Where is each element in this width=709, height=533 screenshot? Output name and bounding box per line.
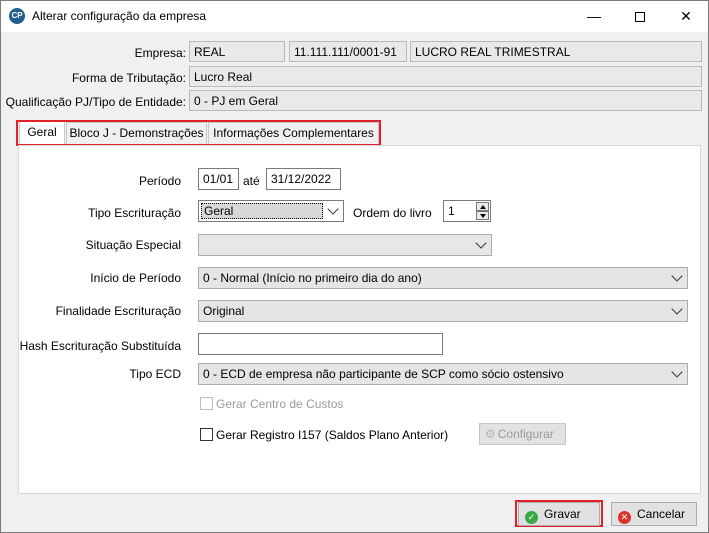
inicio-periodo-select[interactable]: 0 - Normal (Início no primeiro dia do an… [198,267,688,289]
ate-label: até [243,174,260,188]
gerar-centro-custos-label: Gerar Centro de Custos [216,397,344,411]
empresa-cnpj-field: 11.111.111/0001-91 [289,41,407,62]
title-bar[interactable]: CP Alterar configuração da empresa — ✕ [1,1,708,32]
tipo-ecd-label: Tipo ECD [129,367,181,381]
chevron-down-icon [671,303,683,315]
check-icon: ✓ [525,511,538,524]
tipo-escrituracao-select[interactable]: Geral [198,200,344,222]
tabs-highlight-outline [16,120,381,146]
finalidade-value: Original [203,304,245,318]
ordem-livro-label: Ordem do livro [353,206,432,220]
hash-input[interactable] [198,333,443,355]
close-button[interactable]: ✕ [663,1,709,32]
configurar-button[interactable]: ⚙ Configurar [479,423,566,445]
app-logo-icon: CP [9,8,25,24]
finalidade-label: Finalidade Escrituração [55,304,181,318]
inicio-periodo-value: 0 - Normal (Início no primeiro dia do an… [203,271,422,285]
chevron-down-icon [475,237,487,249]
situacao-especial-label: Situação Especial [85,238,181,252]
forma-tributacao-label: Forma de Tributação: [71,71,186,85]
empresa-label: Empresa: [134,46,186,60]
periodo-label: Período [138,174,181,188]
increment-arrow-icon[interactable] [476,202,489,211]
periodo-fim-input[interactable]: 31/12/2022 [266,168,341,190]
gerar-i157-checkbox[interactable] [200,428,213,441]
tipo-escrituracao-value: Geral [201,203,323,219]
qualificacao-field: 0 - PJ em Geral [189,90,702,111]
tipo-ecd-select[interactable]: 0 - ECD de empresa não participante de S… [198,363,688,385]
gerar-i157-label: Gerar Registro I157 (Saldos Plano Anteri… [216,428,449,442]
hash-label: Hash Escrituração Substituída [19,339,181,353]
gravar-button[interactable]: ✓ Gravar [518,502,600,526]
cancel-icon: ✕ [618,511,631,524]
maximize-button[interactable] [617,1,663,32]
minimize-button[interactable]: — [571,1,617,32]
cancelar-label: Cancelar [637,507,686,521]
tipo-ecd-value: 0 - ECD de empresa não participante de S… [203,367,564,381]
situacao-especial-select[interactable] [198,234,492,256]
gravar-label: Gravar [544,507,581,521]
gerar-centro-custos-checkbox[interactable] [200,397,213,410]
window-title: Alterar configuração da empresa [32,9,207,23]
inicio-periodo-label: Início de Período [90,271,181,285]
gear-icon: ⚙ [485,427,496,441]
dialog-window: CP Alterar configuração da empresa — ✕ E… [0,0,709,533]
periodo-inicio-input[interactable]: 01/01 [198,168,239,190]
empresa-regime-field: LUCRO REAL TRIMESTRAL [410,41,702,62]
qualificacao-label: Qualificação PJ/Tipo de Entidade: [5,95,186,109]
ordem-livro-stepper[interactable]: 1 [443,200,491,222]
forma-tributacao-field: Lucro Real [189,66,702,87]
finalidade-select[interactable]: Original [198,300,688,322]
decrement-arrow-icon[interactable] [476,211,489,220]
chevron-down-icon [671,366,683,378]
tipo-escrituracao-label: Tipo Escrituração [88,206,181,220]
configurar-label: Configurar [497,427,554,441]
chevron-down-icon [327,203,339,215]
maximize-icon [635,12,645,23]
empresa-name-field: REAL [189,41,285,62]
chevron-down-icon [671,270,683,282]
ordem-livro-value: 1 [448,204,455,218]
cancelar-button[interactable]: ✕ Cancelar [611,502,697,526]
